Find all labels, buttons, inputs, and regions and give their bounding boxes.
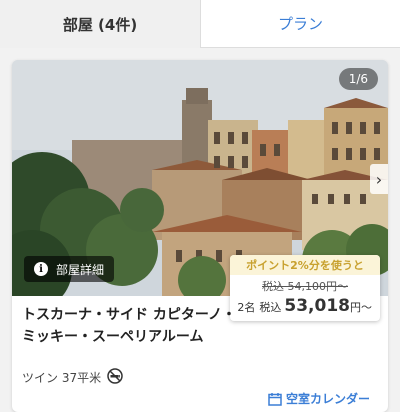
tab-plans[interactable]: プラン bbox=[200, 0, 400, 48]
room-type: ツイン bbox=[22, 371, 59, 385]
room-card[interactable]: 1/6 › i 部屋詳細 ポイント2%分を使うと 税込 54,100円〜 2名 … bbox=[12, 60, 388, 412]
info-icon: i bbox=[34, 262, 48, 276]
room-name: トスカーナ・サイド カピターノ・ミッキー・スーペリアルーム bbox=[22, 307, 237, 345]
price-suffix: 円〜 bbox=[350, 301, 372, 314]
availability-calendar-link[interactable]: 空室カレンダー bbox=[268, 390, 370, 407]
tax-label: 税込 bbox=[259, 301, 282, 314]
room-meta: ツイン 37平米 bbox=[22, 368, 123, 387]
tab-bar: 部屋 (4件) プラン bbox=[0, 0, 400, 48]
chevron-right-icon: › bbox=[375, 169, 383, 189]
image-counter: 1/6 bbox=[338, 68, 378, 90]
tab-rooms[interactable]: 部屋 (4件) bbox=[0, 0, 200, 48]
old-price-prefix: 税込 bbox=[262, 280, 284, 293]
next-image-button[interactable]: › bbox=[370, 164, 388, 194]
price-amount: 53,018 bbox=[284, 296, 350, 316]
room-detail-label: 部屋詳細 bbox=[56, 262, 105, 277]
room-size: 37平米 bbox=[61, 371, 102, 385]
points-banner: ポイント2%分を使うと bbox=[230, 255, 380, 275]
old-price: 税込 54,100円〜 bbox=[230, 278, 380, 294]
calendar-icon bbox=[268, 392, 282, 406]
no-smoking-icon bbox=[107, 368, 123, 387]
old-price-value: 54,100円〜 bbox=[287, 280, 349, 293]
current-price: 2名 税込 53,018 円〜 bbox=[230, 296, 380, 316]
price-box[interactable]: ポイント2%分を使うと 税込 54,100円〜 2名 税込 53,018 円〜 bbox=[230, 255, 380, 321]
calendar-link-label: 空室カレンダー bbox=[286, 392, 371, 406]
room-detail-button[interactable]: i 部屋詳細 bbox=[24, 256, 115, 282]
